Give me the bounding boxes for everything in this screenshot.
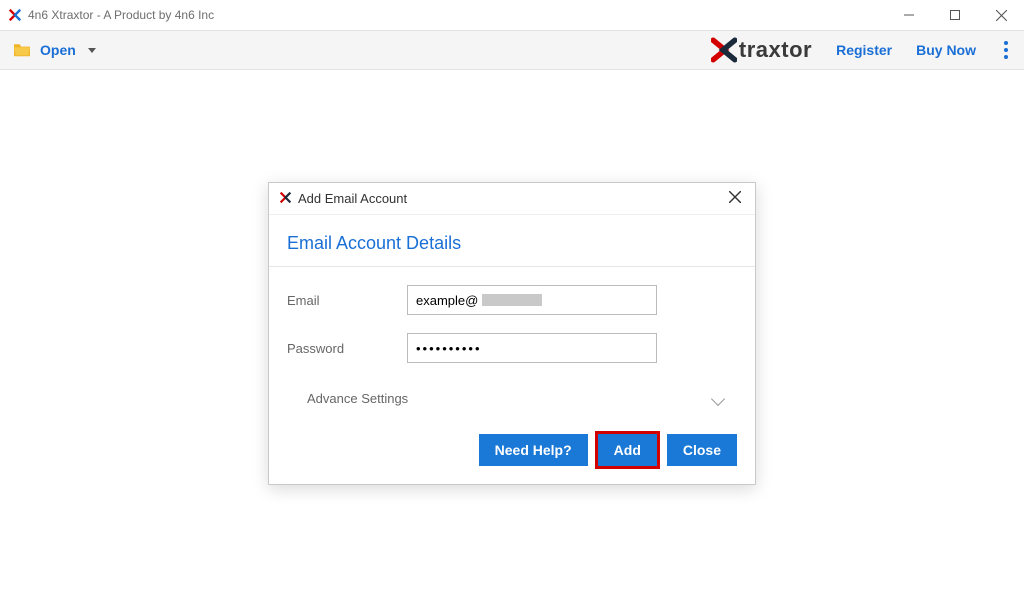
minimize-button[interactable] [886,0,932,30]
window-titlebar: 4n6 Xtraxtor - A Product by 4n6 Inc [0,0,1024,30]
caret-down-icon [88,48,96,53]
chevron-down-icon [711,391,725,405]
folder-icon [12,41,32,60]
brand-logo: traxtor [711,37,812,63]
app-icon [8,8,22,22]
dialog-app-icon [279,191,292,207]
window-title: 4n6 Xtraxtor - A Product by 4n6 Inc [28,8,214,22]
email-label: Email [287,293,407,308]
advance-settings-toggle[interactable]: Advance Settings [287,381,737,416]
dialog-body: Email Account Details Email example@ Pas… [269,215,755,484]
window-controls [886,0,1024,30]
email-visible-text: example@ [416,293,478,308]
dialog-title-left: Add Email Account [279,191,407,207]
need-help-button[interactable]: Need Help? [479,434,588,466]
dialog-title: Add Email Account [298,191,407,206]
maximize-button[interactable] [932,0,978,30]
brand-text: traxtor [739,37,812,63]
email-field[interactable]: example@ [407,285,657,315]
redacted-text-icon [482,294,542,306]
open-label: Open [40,42,76,58]
more-menu-button[interactable] [1000,37,1012,63]
advance-settings-label: Advance Settings [307,391,408,406]
dialog-close-button[interactable] [725,189,745,208]
close-button[interactable]: Close [667,434,737,466]
register-link[interactable]: Register [836,42,892,58]
email-row: Email example@ [287,285,737,315]
dialog-heading: Email Account Details [287,229,737,266]
password-row: Password •••••••••• [287,333,737,363]
window-close-button[interactable] [978,0,1024,30]
dialog-titlebar: Add Email Account [269,183,755,215]
add-button[interactable]: Add [598,434,657,466]
dialog-button-row: Need Help? Add Close [287,434,737,466]
main-toolbar: Open traxtor Register Buy Now [0,30,1024,70]
open-dropdown[interactable]: Open [12,41,96,60]
password-label: Password [287,341,407,356]
divider [269,266,755,267]
buy-now-link[interactable]: Buy Now [916,42,976,58]
add-email-account-dialog: Add Email Account Email Account Details … [268,182,756,485]
password-field[interactable]: •••••••••• [407,333,657,363]
toolbar-right: traxtor Register Buy Now [711,37,1012,63]
titlebar-left: 4n6 Xtraxtor - A Product by 4n6 Inc [8,8,214,22]
